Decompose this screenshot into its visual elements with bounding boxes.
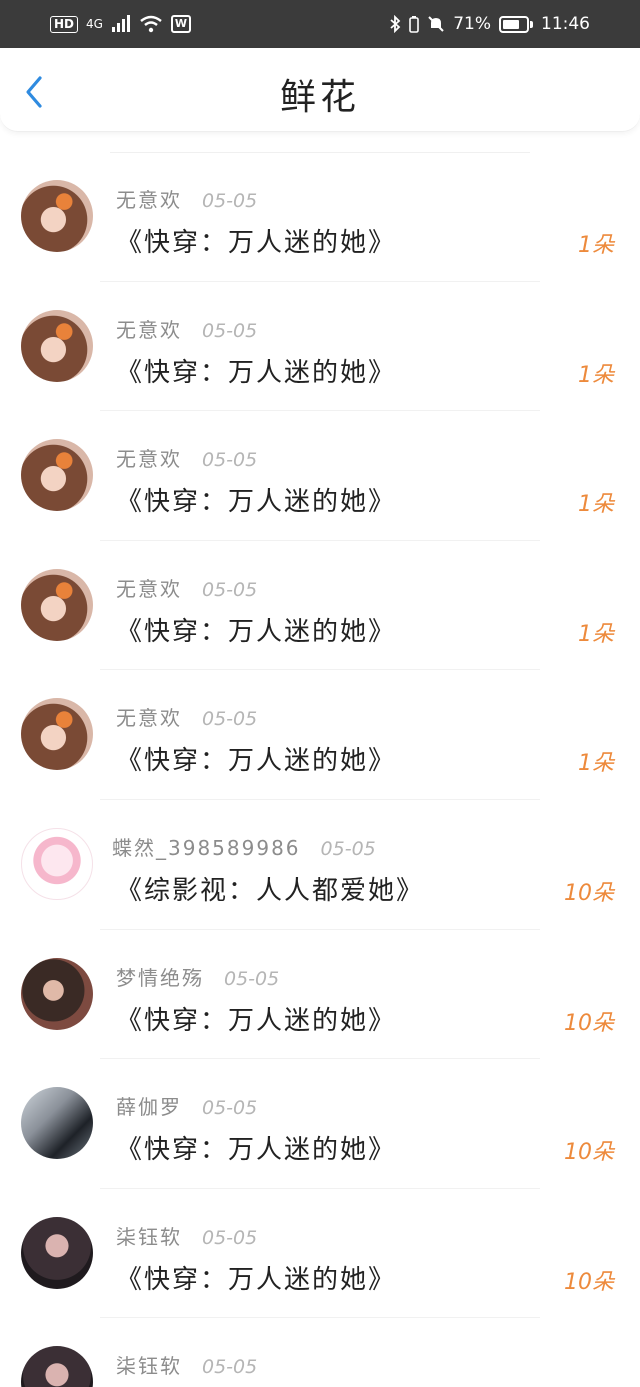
list-item[interactable]: 无意欢 05-05 《快穿：万人迷的她》 1朵 [0, 541, 640, 671]
date: 05-05 [202, 1356, 258, 1379]
date: 05-05 [202, 578, 258, 601]
battery-icon [499, 15, 533, 33]
flower-count: 10朵 [564, 1010, 614, 1036]
flower-count: 1朵 [578, 362, 614, 388]
avatar[interactable] [21, 698, 93, 771]
flower-count: 1朵 [578, 233, 614, 258]
username[interactable]: 无意欢 [116, 443, 182, 472]
status-left: HD 4G W [50, 15, 191, 33]
list-item[interactable]: 柒钰软 05-05 《快穿：万人迷的她》 10朵 [0, 1189, 640, 1319]
list-item[interactable]: 薛伽罗 05-05 《快穿：万人迷的她》 10朵 [0, 1059, 640, 1189]
avatar[interactable] [21, 1346, 93, 1387]
username[interactable]: 薛伽罗 [116, 1091, 182, 1120]
item-meta: 无意欢 05-05 [116, 443, 257, 472]
username[interactable]: 无意欢 [116, 573, 182, 602]
flower-count: 10朵 [564, 880, 614, 906]
date: 05-05 [202, 1226, 258, 1249]
avatar[interactable] [21, 180, 93, 252]
avatar[interactable] [21, 439, 93, 512]
avatar[interactable] [21, 1216, 93, 1289]
flower-count: 1朵 [578, 621, 614, 647]
list-item[interactable]: 柒钰软 05-05 [0, 1318, 640, 1387]
book-title[interactable]: 《综影视：人人都爱她》 [116, 870, 424, 907]
item-meta: 无意欢 05-05 [116, 702, 257, 731]
flower-count: 10朵 [564, 1140, 614, 1166]
mute-icon [428, 16, 444, 32]
date: 05-05 [202, 449, 258, 472]
date: 05-05 [202, 190, 258, 212]
status-bar: HD 4G W 71% 11:46 [0, 0, 640, 48]
flower-count: 10朵 [564, 1269, 614, 1295]
flower-count: 1朵 [578, 492, 614, 518]
avatar[interactable] [21, 568, 93, 641]
item-meta: 柒钰软 05-05 [116, 1221, 257, 1250]
item-meta: 无意欢 05-05 [116, 184, 257, 213]
item-meta: 蝶然_398589986 05-05 [112, 832, 376, 861]
clock: 11:46 [541, 14, 590, 34]
list-item[interactable]: 无意欢 05-05 《快穿：万人迷的她》 1朵 [0, 282, 640, 412]
book-title[interactable]: 《快穿：万人迷的她》 [116, 481, 396, 518]
book-title[interactable]: 《快穿：万人迷的她》 [116, 352, 396, 389]
signal-label: 4G [86, 17, 103, 31]
username[interactable]: 无意欢 [116, 314, 182, 343]
avatar[interactable] [21, 1087, 93, 1160]
list-item[interactable]: 无意欢 05-05 《快穿：万人迷的她》 1朵 [0, 670, 640, 800]
list-item[interactable]: 蝶然_398589986 05-05 《综影视：人人都爱她》 10朵 [0, 800, 640, 930]
book-title[interactable]: 《快穿：万人迷的她》 [116, 1259, 396, 1296]
network-type: HD [50, 15, 79, 33]
bluetooth-icon [390, 15, 401, 33]
date: 05-05 [320, 837, 376, 860]
date: 05-05 [224, 967, 280, 990]
wps-icon: W [170, 15, 191, 33]
book-title[interactable]: 《快穿：万人迷的她》 [116, 1129, 396, 1166]
battery-percent: 71% [453, 14, 491, 34]
item-meta: 无意欢 05-05 [116, 573, 257, 602]
book-title[interactable]: 《快穿：万人迷的她》 [116, 222, 396, 259]
username[interactable]: 柒钰软 [116, 1221, 182, 1250]
item-meta: 无意欢 05-05 [116, 314, 257, 343]
username[interactable]: 无意欢 [116, 184, 182, 213]
flower-count: 1朵 [578, 751, 614, 777]
list-item[interactable]: 无意欢 05-05 《快穿：万人迷的她》 1朵 [0, 411, 640, 541]
username[interactable]: 无意欢 [116, 702, 182, 731]
item-meta: 薛伽罗 05-05 [116, 1091, 257, 1120]
avatar[interactable] [21, 827, 93, 900]
list-item[interactable]: 无意欢 05-05 《快穿：万人迷的她》 1朵 [0, 152, 640, 282]
avatar[interactable] [21, 309, 93, 382]
date: 05-05 [202, 1097, 258, 1120]
username[interactable]: 蝶然_398589986 [112, 832, 301, 861]
date: 05-05 [202, 319, 258, 342]
item-meta: 梦情绝殇 05-05 [116, 962, 279, 991]
status-right: 71% 11:46 [389, 14, 590, 34]
avatar[interactable] [21, 957, 93, 1030]
battery-small-icon [409, 16, 420, 33]
wifi-icon [140, 15, 162, 33]
signal-icon [111, 15, 130, 32]
nav-bar: 鲜花 [0, 48, 640, 132]
list-item[interactable]: 梦情绝殇 05-05 《快穿：万人迷的她》 10朵 [0, 930, 640, 1060]
flower-record-list[interactable]: 无意欢 05-05 《快穿：万人迷的她》 1朵 无意欢 05-05 《快穿：万人… [0, 152, 640, 1387]
book-title[interactable]: 《快穿：万人迷的她》 [116, 611, 396, 648]
page-title: 鲜花 [279, 77, 360, 118]
item-meta: 柒钰软 05-05 [116, 1350, 257, 1379]
book-title[interactable]: 《快穿：万人迷的她》 [116, 740, 396, 777]
date: 05-05 [202, 708, 258, 731]
username[interactable]: 梦情绝殇 [116, 962, 204, 991]
book-title[interactable]: 《快穿：万人迷的她》 [116, 1000, 396, 1037]
battery-fill [503, 19, 519, 29]
username[interactable]: 柒钰软 [116, 1350, 182, 1379]
